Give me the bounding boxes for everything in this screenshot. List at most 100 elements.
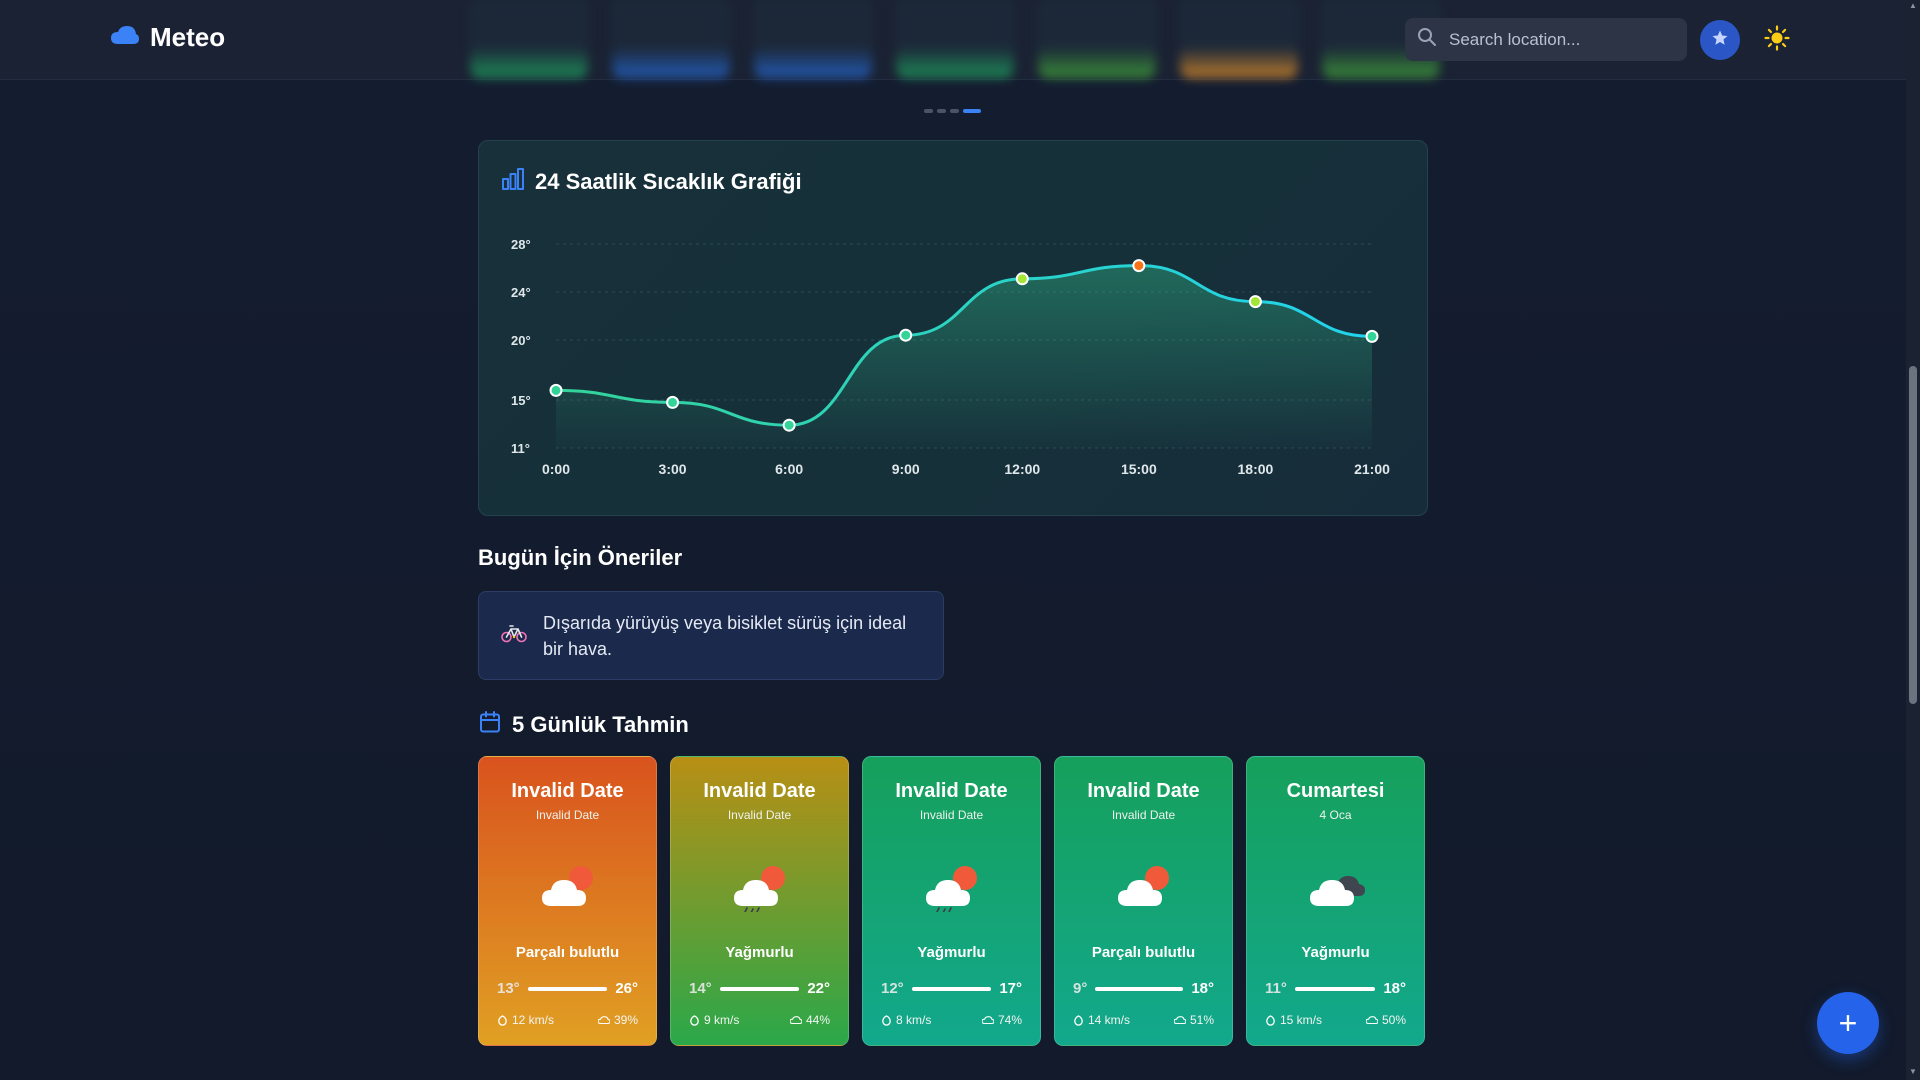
scroll-down-arrow-icon[interactable]: ▼: [1909, 1068, 1917, 1076]
carousel-pagination: [924, 109, 981, 113]
temp-range-bar: [1095, 986, 1184, 991]
bar-chart-icon: [501, 167, 525, 197]
forecast-day-card[interactable]: Invalid Date Invalid Date Yağmurlu 12° 17° 8 …: [862, 756, 1041, 1046]
cloud-logo-icon: [110, 24, 140, 51]
temp-range-bar: [911, 986, 992, 991]
y-tick-label: 28°: [511, 237, 531, 252]
app-name: Meteo: [150, 22, 226, 52]
forecast-day-name: Cumartesi: [1286, 780, 1385, 802]
cloud-small-icon: [1365, 1015, 1378, 1025]
temp-range-bar: [527, 986, 608, 991]
y-tick-label: 11°: [511, 441, 530, 456]
forecast-meta: 9 km/s 44%: [689, 1013, 830, 1027]
rain-icon: [729, 862, 793, 917]
hourly-strip-tile: [612, 0, 730, 78]
x-tick-label: 15:00: [1121, 461, 1157, 477]
plus-icon: +: [1838, 1004, 1858, 1041]
forecast-header: 5 Günlük Tahmin: [478, 710, 689, 739]
scroll-up-arrow-icon[interactable]: ▲: [1909, 2, 1917, 10]
wind-info: 15 km/s: [1265, 1013, 1322, 1027]
hourly-strip-tile: [754, 0, 872, 78]
humidity-info: 39%: [597, 1013, 638, 1027]
recommendations-title: Bugün İçin Öneriler: [478, 545, 683, 570]
carousel-dot[interactable]: [924, 109, 933, 113]
hourly-strip-blurred: [470, 0, 1440, 80]
theme-toggle-button[interactable]: [1757, 20, 1797, 60]
temperature-range: 9° 18°: [1073, 980, 1214, 997]
chart-area-fill: [556, 265, 1372, 448]
temp-high: 26°: [615, 980, 638, 997]
chart-point: [782, 418, 796, 432]
carousel-dot[interactable]: [950, 109, 959, 113]
forecast-meta: 14 km/s 51%: [1073, 1013, 1214, 1027]
chart-point: [1132, 259, 1146, 273]
forecast-date: Invalid Date: [727, 808, 792, 822]
chart-point: [899, 328, 913, 342]
partly-cloudy-icon: [1113, 862, 1177, 912]
forecast-condition: Yağmurlu: [1301, 944, 1370, 961]
forecast-title: 5 Günlük Tahmin: [512, 711, 689, 737]
forecast-day-card[interactable]: Cumartesi 4 Oca Yağmurlu 11° 18° 15 km/s 50%: [1246, 756, 1425, 1046]
temp-range-bar: [719, 986, 800, 991]
chart-header: 24 Saatlik Sıcaklık Grafiği: [501, 167, 802, 197]
partly-cloudy-icon: [537, 862, 601, 912]
temperature-chart: 28° 24° 20° 15° 11° 0:00 3:00 6:00 9:00 12:00 15:0…: [511, 237, 1390, 477]
humidity-value: 74%: [997, 1013, 1022, 1027]
wind-speed: 14 km/s: [1088, 1013, 1131, 1027]
carousel-dot[interactable]: [963, 109, 981, 113]
temperature-chart-card: 28° 24° 20° 15° 11° 0:00 3:00 6:00 9:00 12:00 15:0…: [478, 140, 1428, 516]
x-tick-label: 18:00: [1238, 461, 1274, 477]
temperature-range: 13° 26°: [497, 980, 638, 997]
temperature-range: 11° 18°: [1265, 980, 1406, 997]
humidity-value: 50%: [1381, 1013, 1406, 1027]
calendar-icon: [478, 710, 502, 739]
x-tick-label: 0:00: [542, 461, 570, 477]
wind-info: 12 km/s: [497, 1013, 554, 1027]
temp-low: 13°: [497, 980, 520, 997]
temp-range-bar: [1294, 986, 1376, 991]
chart-point: [1248, 295, 1262, 309]
cloud-small-icon: [1173, 1015, 1186, 1025]
wind-speed: 12 km/s: [512, 1013, 555, 1027]
humidity-value: 51%: [1189, 1013, 1214, 1027]
temperature-range: 12° 17°: [881, 980, 1022, 997]
add-location-button[interactable]: +: [1817, 992, 1879, 1054]
humidity-info: 50%: [1365, 1013, 1406, 1027]
forecast-meta: 15 km/s 50%: [1265, 1013, 1406, 1027]
scrollbar-thumb[interactable]: [1909, 366, 1917, 704]
forecast-day-card[interactable]: Invalid Date Invalid Date Yağmurlu 14° 22° 9 …: [670, 756, 849, 1046]
forecast-list: Invalid Date Invalid Date Parçalı bulutlu 1…: [478, 756, 1425, 1046]
wind-speed: 8 km/s: [896, 1013, 932, 1027]
temp-high: 17°: [999, 980, 1022, 997]
hourly-strip-tile: [1038, 0, 1156, 78]
forecast-day-name: Invalid Date: [511, 780, 624, 802]
wind-info: 14 km/s: [1073, 1013, 1130, 1027]
brand[interactable]: Meteo: [110, 22, 225, 53]
temp-low: 11°: [1265, 980, 1287, 997]
forecast-date: Invalid Date: [1111, 808, 1176, 822]
rain-icon: [921, 862, 985, 917]
wind-icon: [1265, 1014, 1276, 1026]
wind-icon: [497, 1014, 508, 1026]
search-box[interactable]: [1405, 18, 1687, 61]
forecast-day-card[interactable]: Invalid Date Invalid Date Parçalı bulutlu 1…: [478, 756, 657, 1046]
search-input[interactable]: [1449, 29, 1669, 50]
forecast-day-name: Invalid Date: [895, 780, 1008, 802]
forecast-condition: Parçalı bulutlu: [1091, 944, 1196, 961]
carousel-dot[interactable]: [937, 109, 946, 113]
wind-icon: [689, 1014, 700, 1026]
wind-info: 9 km/s: [689, 1013, 739, 1027]
cloudy-rain-icon: [1305, 862, 1369, 912]
forecast-day-name: Invalid Date: [703, 780, 816, 802]
forecast-day-card[interactable]: Invalid Date Invalid Date Parçalı bulutlu 9…: [1054, 756, 1233, 1046]
wind-info: 8 km/s: [881, 1013, 931, 1027]
y-tick-label: 15°: [511, 393, 531, 408]
forecast-date: Invalid Date: [919, 808, 984, 822]
forecast-condition: Parçalı bulutlu: [515, 944, 620, 961]
recommendation-text: Dışarıda yürüyüş veya bisiklet sürüş içi…: [543, 612, 907, 659]
chart-point: [1365, 329, 1379, 343]
vertical-scrollbar[interactable]: ▲ ▼: [1906, 0, 1920, 1080]
hourly-strip-tile: [896, 0, 1014, 78]
bicycle-icon: [501, 622, 527, 649]
favorites-button[interactable]: [1700, 20, 1740, 60]
